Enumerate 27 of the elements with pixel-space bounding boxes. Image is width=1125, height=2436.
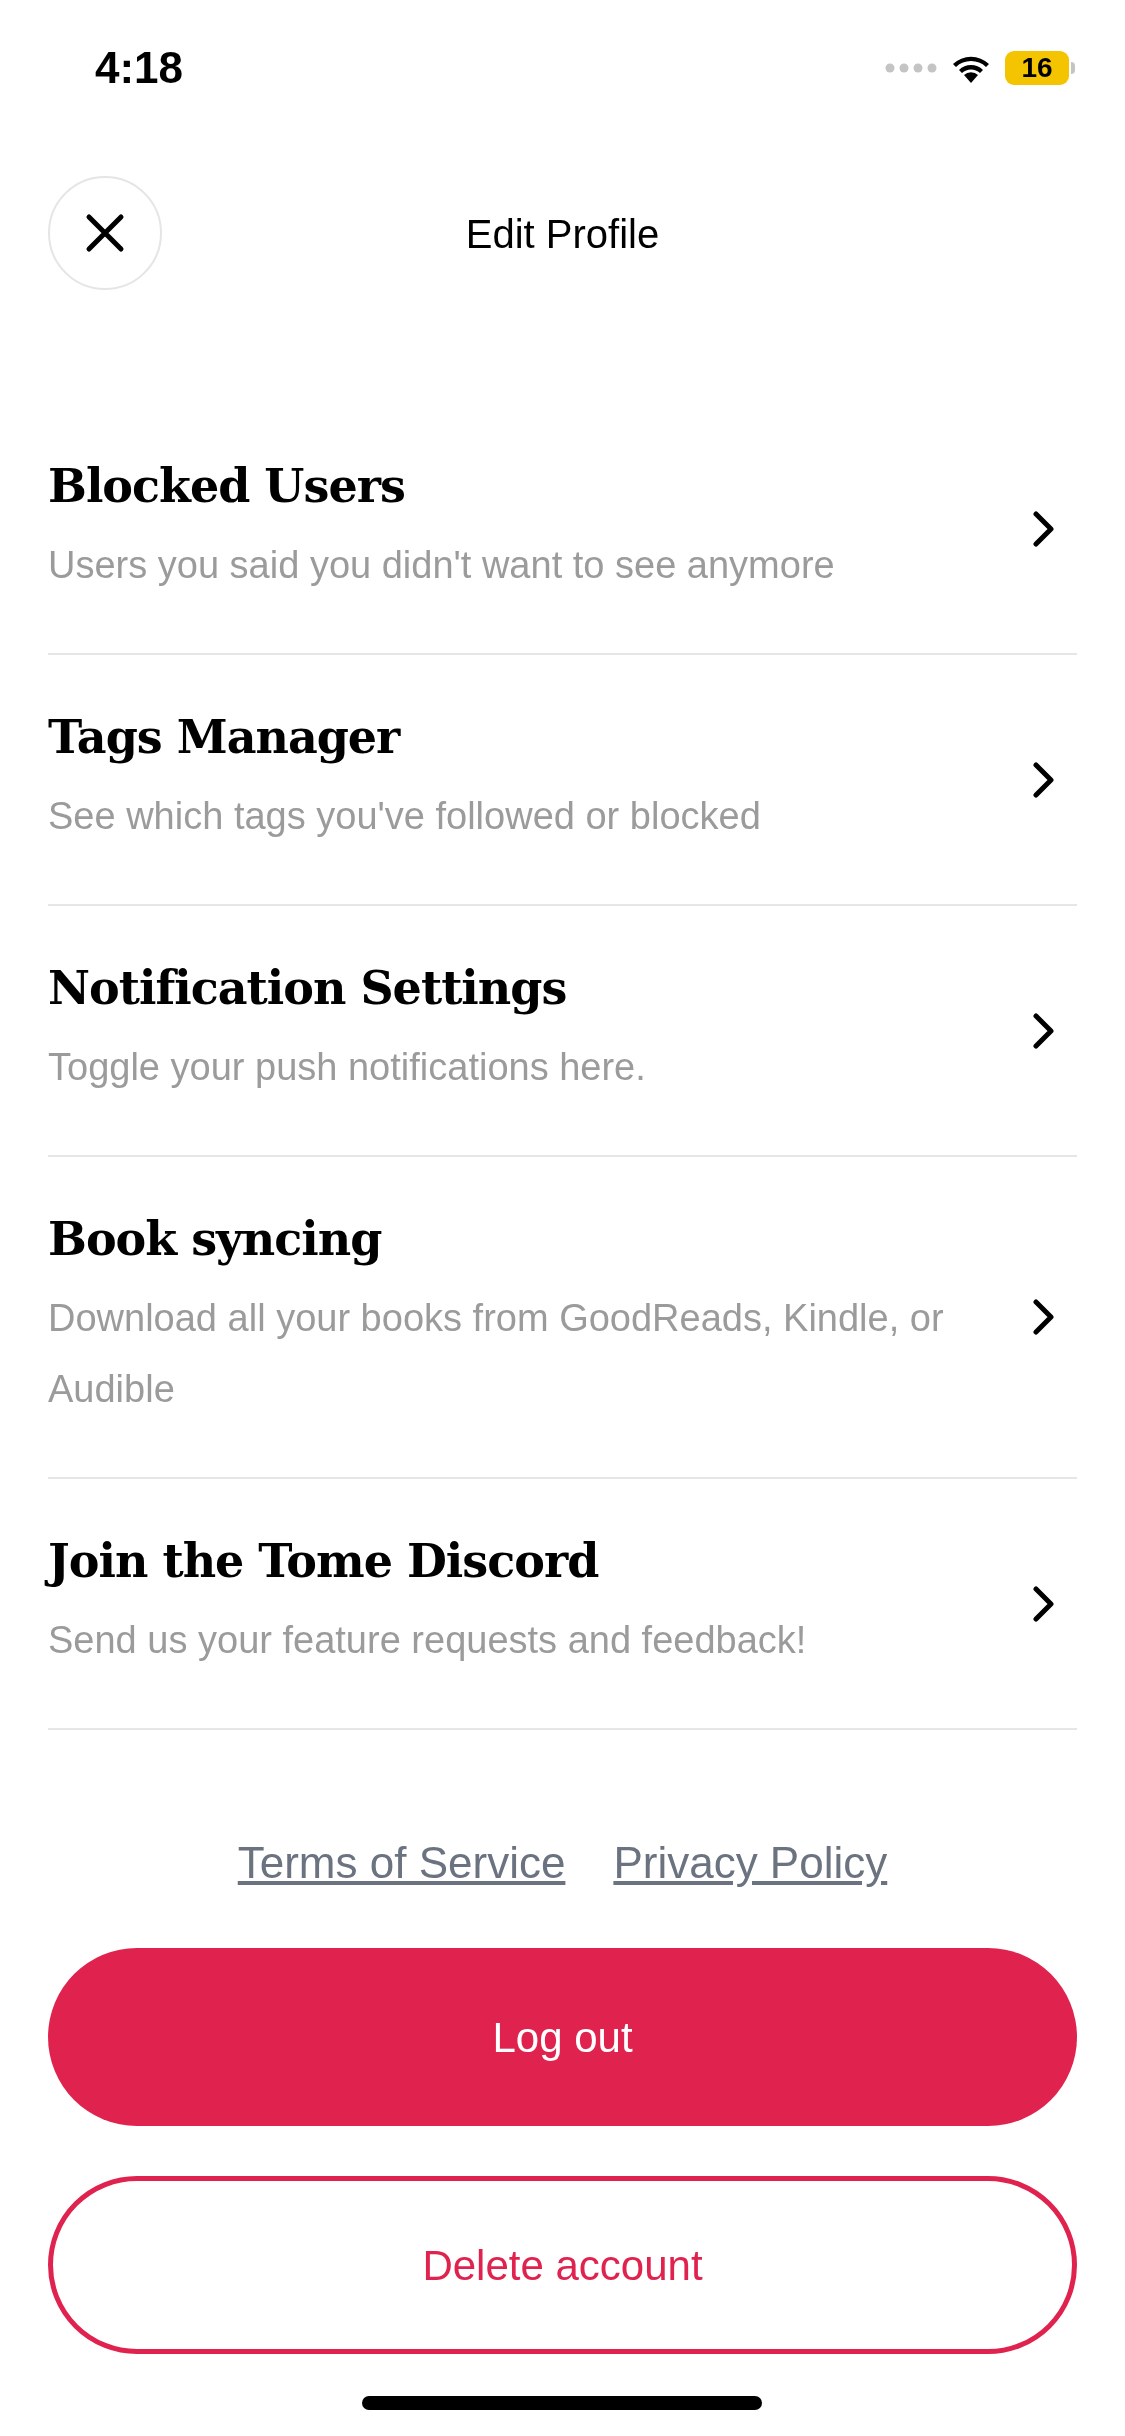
close-button[interactable] bbox=[48, 176, 162, 290]
settings-row[interactable]: Book syncing Download all your books from GoodReads, Kindle, or Audible bbox=[48, 1157, 1077, 1479]
logout-button[interactable]: Log out bbox=[48, 1948, 1077, 2126]
status-time: 4:18 bbox=[95, 42, 184, 94]
delete-account-button[interactable]: Delete account bbox=[48, 2176, 1077, 2354]
footer-link[interactable]: Privacy Policy bbox=[613, 1830, 888, 1896]
footer-link[interactable]: Terms of Service bbox=[237, 1830, 566, 1896]
row-subtitle: Download all your books from GoodReads, Kindle, or Audible bbox=[48, 1296, 945, 1412]
signal-icon bbox=[885, 63, 937, 73]
row-title: Book syncing bbox=[48, 1211, 383, 1268]
settings-row[interactable]: Blocked Users Users you said you didn't want to see anymore bbox=[48, 404, 1077, 655]
chevron-right-icon bbox=[1033, 1299, 1055, 1335]
row-subtitle: Toggle your push notifications here. bbox=[48, 1045, 647, 1090]
settings-row[interactable]: Tags Manager See which tags you've followed or blocked bbox=[48, 655, 1077, 906]
row-title: Tags Manager bbox=[48, 709, 402, 766]
row-title: Notification Settings bbox=[48, 960, 568, 1017]
row-subtitle: Users you said you didn't want to see anymore bbox=[48, 543, 836, 588]
chevron-right-icon bbox=[1033, 1012, 1055, 1049]
row-subtitle: See which tags you've followed or blocked bbox=[48, 794, 762, 839]
page-title: Edit Profile bbox=[465, 211, 660, 258]
chevron-right-icon bbox=[1033, 761, 1055, 798]
close-icon bbox=[85, 213, 125, 253]
settings-row[interactable]: Notification Settings Toggle your push notifications here. bbox=[48, 906, 1077, 1157]
row-title: Blocked Users bbox=[48, 458, 406, 515]
chevron-right-icon bbox=[1033, 510, 1055, 547]
chevron-right-icon bbox=[1033, 1585, 1055, 1622]
row-subtitle: Send us your feature requests and feedback! bbox=[48, 1618, 808, 1663]
